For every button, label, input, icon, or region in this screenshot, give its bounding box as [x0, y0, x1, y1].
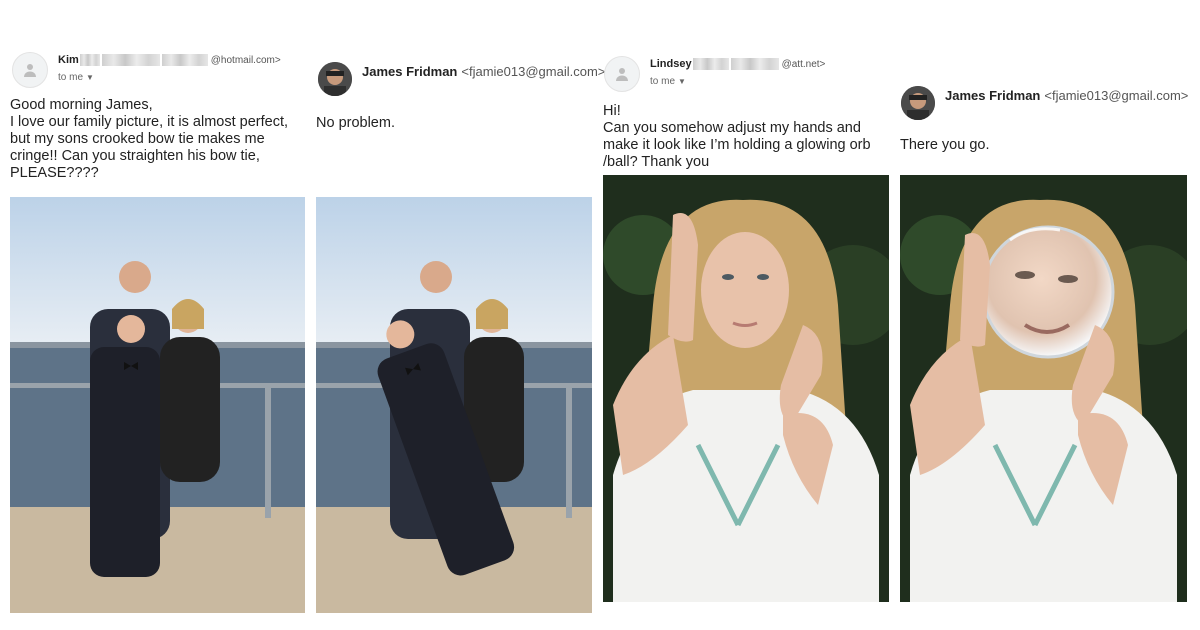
avatar[interactable] — [604, 56, 640, 92]
redacted-address — [692, 58, 729, 71]
email-header-kim: Kim @hotmail.com> to me ▼ — [12, 52, 281, 88]
family-photo-original — [10, 197, 305, 613]
chevron-down-icon[interactable]: ▼ — [86, 73, 94, 82]
recipient-line[interactable]: to me ▼ — [58, 72, 281, 83]
sender-name[interactable]: Lindsey — [650, 58, 692, 70]
email-body: Good morning James, I love our family pi… — [10, 97, 289, 181]
redacted-address — [730, 58, 779, 71]
sender-address: <fjamie013@gmail.com> — [1044, 88, 1189, 103]
portrait-photo-image — [900, 175, 1187, 602]
recipient-label: to me — [650, 76, 676, 88]
avatar-photo-icon — [318, 62, 352, 96]
portrait-photo-image — [603, 175, 889, 602]
family-photo-edited — [316, 197, 592, 613]
redacted-address — [101, 54, 160, 67]
email-body: There you go. — [900, 137, 990, 153]
email-body: No problem. — [316, 115, 395, 131]
family-photo-image — [316, 197, 592, 613]
email-header-james: James Fridman <fjamie013@gmail.com> — [901, 86, 1188, 120]
sender-domain: @att.net> — [781, 58, 826, 70]
recipient-label: to me — [58, 72, 84, 84]
sender-domain: @hotmail.com> — [210, 54, 281, 66]
sender-address: <fjamie013@gmail.com> — [461, 64, 606, 79]
portrait-photo-edited — [900, 175, 1187, 602]
sender-name[interactable]: Kim — [58, 54, 79, 66]
redacted-address — [79, 54, 100, 67]
email-header-james: James Fridman <fjamie013@gmail.com> — [318, 62, 605, 96]
sender-name[interactable]: James Fridman — [362, 64, 457, 79]
avatar[interactable] — [12, 52, 48, 88]
person-icon — [616, 68, 628, 81]
avatar[interactable] — [318, 62, 352, 96]
portrait-photo-original — [603, 175, 889, 602]
redacted-address — [161, 54, 208, 67]
email-header-lindsey: Lindsey @att.net> to me ▼ — [604, 56, 825, 92]
sender-name[interactable]: James Fridman — [945, 88, 1040, 103]
person-icon — [24, 64, 36, 77]
chevron-down-icon[interactable]: ▼ — [678, 77, 686, 86]
avatar[interactable] — [901, 86, 935, 120]
avatar-photo-icon — [901, 86, 935, 120]
email-body: Hi! Can you somehow adjust my hands and … — [603, 103, 871, 170]
family-photo-image — [10, 197, 305, 613]
recipient-line[interactable]: to me ▼ — [650, 76, 825, 87]
